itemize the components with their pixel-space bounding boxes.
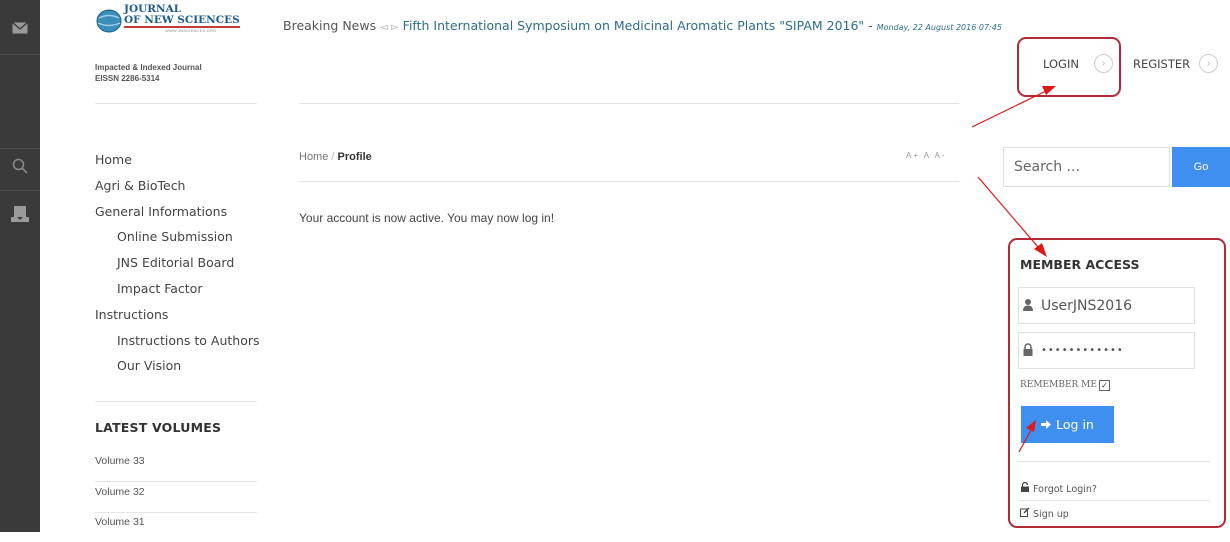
annotation-arrows <box>971 86 1056 453</box>
